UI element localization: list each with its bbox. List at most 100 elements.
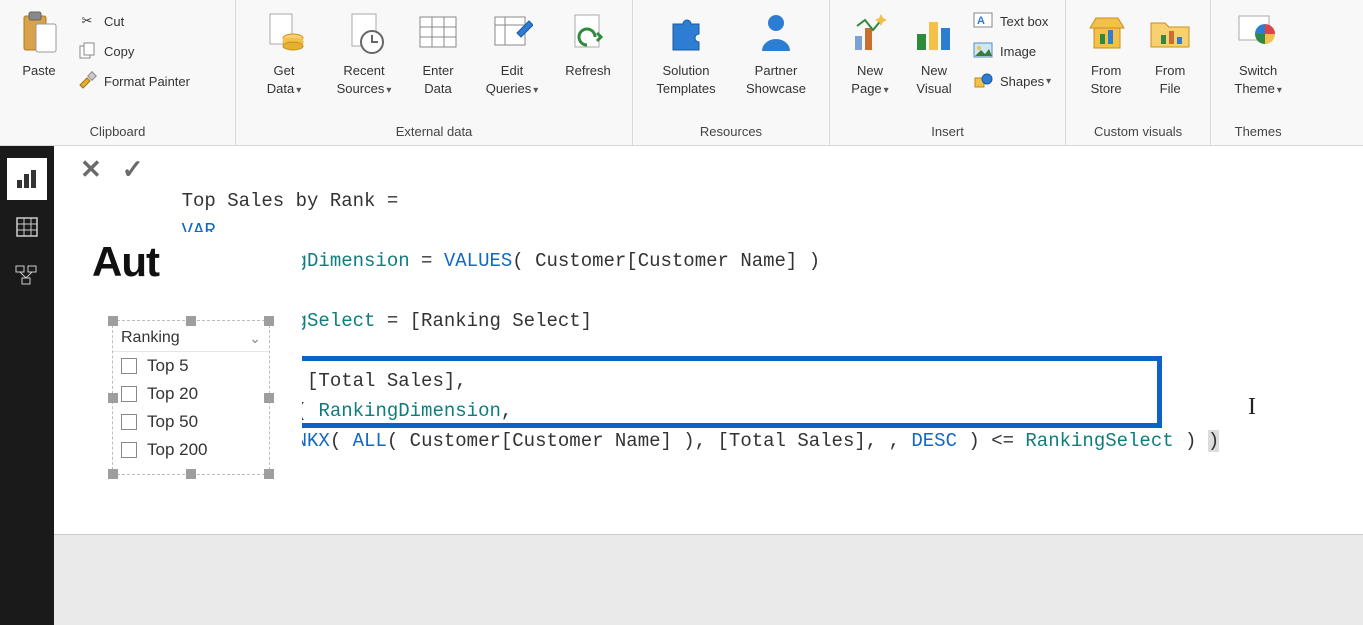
stage: ✕ ✓ Top Sales by Rank = VAR RankingDimen… [54,146,1363,625]
slicer-clear-icon[interactable]: ⌄ [249,330,261,347]
resize-handle[interactable] [108,393,118,403]
resize-handle[interactable] [264,469,274,479]
data-view-button[interactable] [7,206,47,248]
rankingselect-rhs: = [Ranking Select] [375,310,592,332]
measure-total-sales2: [Total Sales] [718,430,866,452]
edit-queries-button[interactable]: Edit Queries▾ [472,4,552,120]
refresh-icon [563,8,613,58]
fn-values: VALUES [444,250,512,272]
id-rankingselect-ref: RankingSelect [1025,430,1173,452]
ribbon-group-clipboard: Paste ✂ Cut Copy Format Painter [0,0,236,145]
slicer-item[interactable]: Top 50 [113,408,269,436]
paste-button[interactable]: Paste [8,4,70,120]
checkbox-icon[interactable] [121,442,137,458]
bar-chart-icon [909,8,959,58]
checkbox-icon[interactable] [121,414,137,430]
ribbon-group-label: Clipboard [90,121,146,143]
ribbon-group-themes: Switch Theme▾ Themes [1211,0,1305,145]
resize-handle[interactable] [108,316,118,326]
format-painter-button[interactable]: Format Painter [70,66,196,96]
chevron-down-icon: ▾ [386,85,391,96]
ribbon-group-label: Themes [1235,121,1282,143]
slicer-title: Ranking [121,329,180,347]
ribbon-group-insert: New Page▾ New Visual A Text box [830,0,1066,145]
store-icon [1081,8,1131,58]
all-arg: ( Customer[Customer Name] ) [387,430,695,452]
resize-handle[interactable] [264,316,274,326]
partner-showcase-button[interactable]: Partner Showcase [731,4,821,120]
image-button[interactable]: Image [966,36,1057,66]
report-canvas[interactable]: Aut Ranking ⌄ Top 5 Top 20 Top 50 Top 20… [82,232,302,475]
model-view-button[interactable] [7,254,47,296]
grid-icon [413,8,463,58]
svg-text:A: A [977,15,985,27]
dax-editor[interactable]: Top Sales by Rank = VAR RankingDimension… [170,146,1363,534]
cut-button[interactable]: ✂ Cut [70,6,196,36]
resize-handle[interactable] [186,316,196,326]
slicer-item[interactable]: Top 5 [113,352,269,380]
page-title: Aut [82,232,302,286]
ribbon-group-label: Insert [931,121,964,143]
solution-templates-button[interactable]: Solution Templates [641,4,731,120]
enter-data-button[interactable]: Enter Data [404,4,472,120]
get-data-button[interactable]: Get Data▾ [244,4,324,120]
report-view-icon [15,168,39,190]
ribbon-group-label: Resources [700,121,762,143]
theme-icon [1233,8,1283,58]
chevron-down-icon: ▾ [884,85,889,96]
person-icon [751,8,801,58]
slicer-item[interactable]: Top 20 [113,380,269,408]
edit-queries-icon [487,8,537,58]
new-page-button[interactable]: New Page▾ [838,4,902,120]
copy-icon [76,40,98,62]
text-box-button[interactable]: A Text box [966,6,1057,36]
ribbon-group-external-data: Get Data▾ Recent Sources▾ Enter Data Edi… [236,0,633,145]
kw-desc: DESC [911,430,957,452]
shapes-icon [972,70,994,92]
checkbox-icon[interactable] [121,386,137,402]
copy-button[interactable]: Copy [70,36,196,66]
measure-total-sales: [Total Sales] [307,370,455,392]
refresh-button[interactable]: Refresh [552,4,624,120]
model-view-icon [14,264,40,286]
puzzle-icon [661,8,711,58]
fn-all: ALL [353,430,387,452]
formula-header: Top Sales by Rank = [182,190,399,212]
database-icon [259,8,309,58]
ranking-slicer[interactable]: Ranking ⌄ Top 5 Top 20 Top 50 Top 200 [112,320,270,475]
resize-handle[interactable] [108,469,118,479]
ribbon-group-label: External data [396,121,473,143]
ribbon-group-label: Custom visuals [1094,121,1182,143]
resize-handle[interactable] [264,393,274,403]
folder-chart-icon [1145,8,1195,58]
recent-sources-button[interactable]: Recent Sources▾ [324,4,404,120]
chevron-down-icon: ▾ [533,85,538,96]
paintbrush-icon [76,70,98,92]
data-view-icon [15,216,39,238]
from-store-button[interactable]: From Store [1074,4,1138,120]
recent-file-icon [339,8,389,58]
ribbon-group-resources: Solution Templates Partner Showcase Reso… [633,0,830,145]
resize-handle[interactable] [186,469,196,479]
view-rail [0,146,54,625]
scissors-icon: ✂ [76,10,98,32]
report-view-button[interactable] [7,158,47,200]
switch-theme-button[interactable]: Switch Theme▾ [1219,4,1297,120]
ribbon-group-custom-visuals: From Store From File Custom visuals [1066,0,1211,145]
text-cursor-icon: I [1248,394,1256,421]
shapes-button[interactable]: Shapes▾ [966,66,1057,96]
slicer-item[interactable]: Top 200 [113,436,269,464]
checkbox-icon[interactable] [121,358,137,374]
id-rankingdimension-ref: RankingDimension [318,400,500,422]
ribbon: Paste ✂ Cut Copy Format Painter [0,0,1363,146]
formula-cancel-button[interactable]: ✕ [80,156,102,182]
chart-sparkle-icon [845,8,895,58]
new-visual-button[interactable]: New Visual [902,4,966,120]
chevron-down-icon: ▾ [296,85,301,96]
image-icon [972,40,994,62]
textbox-icon: A [972,10,994,32]
from-file-button[interactable]: From File [1138,4,1202,120]
chevron-down-icon: ▾ [1277,85,1282,96]
values-arg: ( Customer[Customer Name] ) [512,250,820,272]
formula-commit-button[interactable]: ✓ [122,156,144,182]
